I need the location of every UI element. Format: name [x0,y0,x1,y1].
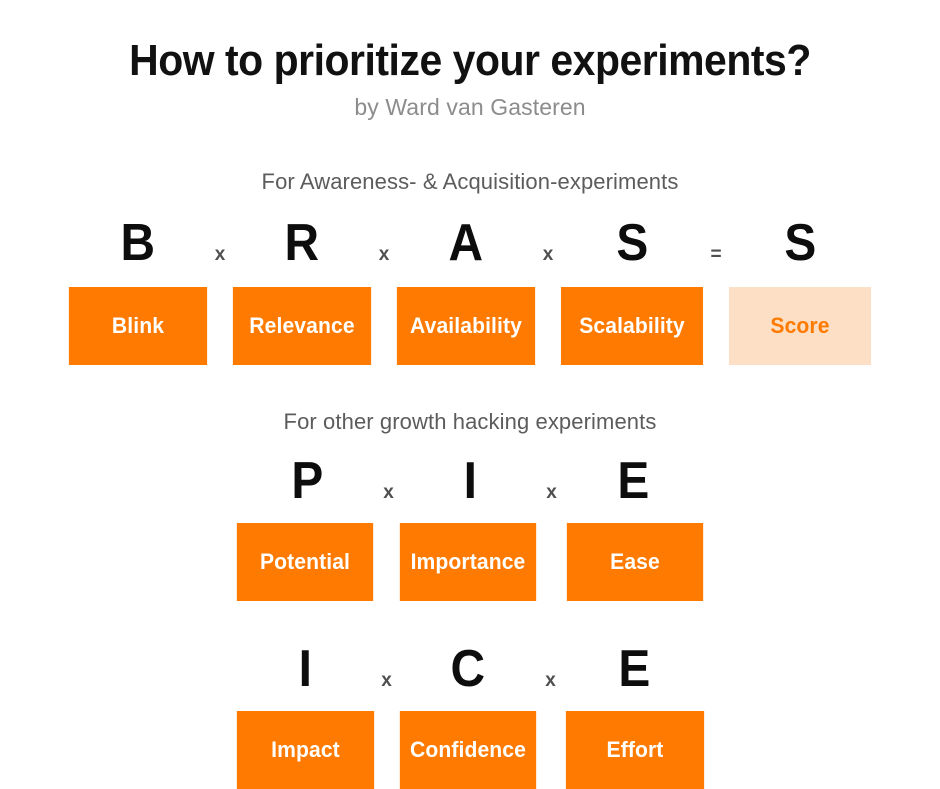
acronym-letter-brass-6: S [558,217,706,269]
acronym-letter-ice-4: E [563,643,707,695]
acronym-letter-pie-2: I [399,455,541,507]
acronym-letter-ice-2: C [397,643,539,695]
operator-glyph: x [383,482,394,504]
result-box-brass-4: Score [728,287,872,366]
sections-container: For Awareness- & Acquisition-experiments… [0,169,940,789]
term-box-pie-0: Potential [236,523,374,602]
section-pie: For other growth hacking experiments Px Ix… [0,409,940,602]
operator-glyph: x [545,670,556,692]
boxes-row-pie: Potential Importance Ease [0,523,940,602]
author-byline: by Ward van Gasteren [354,94,586,121]
term-box-brass-1: Relevance [232,287,372,366]
acronym-letter-brass-8: S [726,217,874,269]
letter-glyph: P [291,452,323,511]
operator-glyph: x [381,670,392,692]
letter-glyph: I [463,452,477,511]
term-box-brass-2: Availability [396,287,536,366]
term-box-ice-1: Confidence [399,711,536,789]
letter-glyph: A [448,214,484,273]
letter-glyph: C [450,640,485,699]
letter-glyph: E [617,452,649,511]
acronym-letter-pie-4: E [562,455,704,507]
operator-brass-7: = [706,245,726,269]
operator-ice-1: x [377,671,397,695]
acronym-letter-pie-0: P [236,455,378,507]
operator-pie-1: x [378,483,399,507]
term-box-ice-2: Effort [565,711,704,789]
section-caption-pie: For other growth hacking experiments [283,409,657,435]
operator-glyph: x [378,244,390,266]
formula-row-pie: PxIxE [0,453,940,507]
operator-glyph: = [710,244,722,266]
acronym-letter-brass-2: R [230,217,374,269]
acronym-letter-brass-4: A [394,217,538,269]
section-brass: For Awareness- & Acquisition-experiments… [0,169,940,366]
boxes-row-brass: Blink Relevance Availability Scalability Sco… [0,287,940,366]
operator-brass-3: x [374,245,394,269]
term-box-pie-2: Ease [566,523,704,602]
letter-glyph: E [618,640,651,699]
letter-glyph: B [120,214,156,273]
operator-glyph: x [542,244,554,266]
header: How to prioritize your experiments? by W… [0,0,940,121]
section-ice: Ix Cx E Impact Confidence Effort [0,641,940,789]
operator-brass-1: x [210,245,230,269]
page-title: How to prioritize your experiments? [129,36,811,85]
term-box-brass-3: Scalability [560,287,704,366]
operator-pie-3: x [541,483,562,507]
letter-glyph: S [616,214,648,273]
infographic-canvas: How to prioritize your experiments? by W… [0,0,940,789]
letter-glyph: R [284,214,320,273]
term-box-pie-1: Importance [399,523,537,602]
acronym-letter-brass-0: B [66,217,210,269]
operator-glyph: x [546,482,557,504]
operator-ice-3: x [539,671,563,695]
letter-glyph: S [784,214,816,273]
boxes-row-ice: Impact Confidence Effort [0,711,940,789]
acronym-letter-ice-0: I [234,643,377,695]
letter-glyph: I [298,640,312,699]
operator-glyph: x [214,244,226,266]
term-box-brass-0: Blink [68,287,208,366]
formula-row-ice: IxCxE [0,641,940,695]
section-caption-brass: For Awareness- & Acquisition-experiments [261,169,679,195]
operator-brass-5: x [538,245,558,269]
term-box-ice-0: Impact [236,711,374,789]
formula-row-brass: Bx Rx Ax S = S [0,213,940,269]
